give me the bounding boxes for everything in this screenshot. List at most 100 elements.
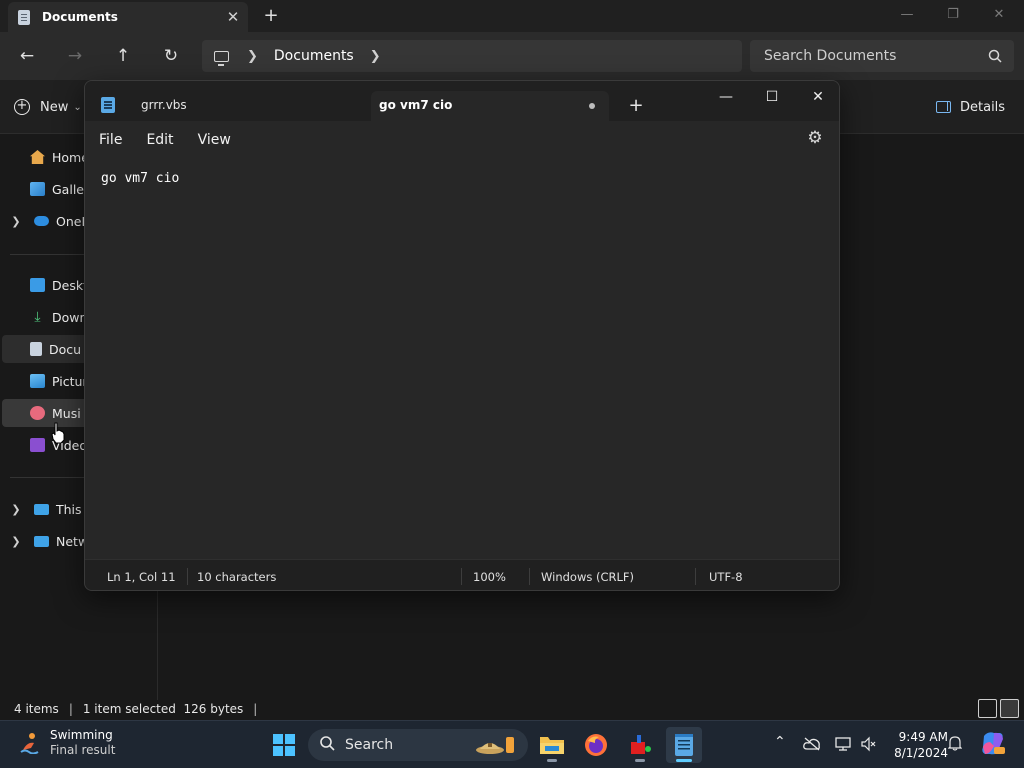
firefox-icon — [585, 734, 607, 756]
videos-icon — [30, 438, 45, 452]
explorer-tab-label: Documents — [42, 10, 118, 24]
search-highlight-icon — [476, 737, 514, 754]
zoom-level[interactable]: 100% — [473, 570, 506, 584]
status-divider: | — [253, 702, 258, 716]
hand-cursor-icon — [51, 422, 65, 444]
text-editor[interactable]: go vm7 cio — [85, 157, 839, 559]
details-view-icon[interactable] — [978, 699, 997, 718]
encoding[interactable]: UTF-8 — [709, 570, 743, 584]
notepad-window: grrr.vbs go vm7 cio + — ☐ ✕ File Edit Vi… — [84, 80, 840, 591]
sidebar-item-label: Deskt — [52, 277, 88, 293]
swimmer-icon — [20, 732, 40, 755]
forward-arrow-icon[interactable]: → — [61, 42, 89, 70]
document-icon — [30, 342, 42, 356]
minimize-button[interactable]: — — [703, 83, 749, 113]
widget-subtitle: Final result — [50, 743, 116, 757]
document-icon — [18, 9, 30, 25]
item-count: 4 items — [14, 702, 59, 716]
clock[interactable]: 9:49 AM 8/1/2024 — [888, 729, 948, 761]
line-ending[interactable]: Windows (CRLF) — [541, 570, 634, 584]
unsaved-dot-icon[interactable] — [589, 103, 595, 109]
notepad-icon — [101, 97, 115, 113]
taskbar-file-explorer[interactable] — [534, 727, 570, 763]
start-button[interactable] — [266, 727, 302, 763]
explorer-status-bar: 4 items | 1 item selected 126 bytes | — [0, 698, 1024, 720]
this-pc-icon — [214, 50, 229, 66]
taskbar-app-red[interactable] — [622, 727, 658, 763]
taskbar-notepad[interactable] — [666, 727, 702, 763]
new-label: New — [40, 99, 69, 115]
sidebar-item-label: Musi — [52, 405, 81, 421]
search-label: Search — [345, 737, 394, 753]
sidebar-item-label: Down — [52, 309, 88, 325]
menu-file[interactable]: File — [99, 132, 122, 148]
menu-edit[interactable]: Edit — [146, 132, 173, 148]
new-tab-button[interactable]: + — [625, 95, 647, 117]
status-divider — [187, 568, 188, 585]
notepad-icon — [675, 734, 693, 756]
minimize-button[interactable]: — — [884, 0, 930, 30]
explorer-tab-documents[interactable]: Documents ✕ — [8, 2, 248, 32]
running-indicator — [547, 759, 557, 762]
maximize-button[interactable]: ☐ — [749, 83, 795, 113]
running-indicator — [635, 759, 645, 762]
this-pc-icon — [34, 503, 49, 515]
show-hidden-icons-chevron-up-icon[interactable]: ⌃ — [774, 734, 786, 750]
tab-active-document[interactable]: go vm7 cio — [371, 91, 609, 123]
details-button[interactable]: Details — [936, 94, 1005, 120]
close-button[interactable]: ✕ — [976, 0, 1022, 30]
notepad-menubar: File Edit View — [85, 123, 839, 157]
onedrive-cloud-icon — [34, 216, 49, 226]
breadcrumb[interactable]: Documents — [274, 48, 354, 64]
windows-logo-icon — [273, 734, 295, 756]
tab-close-icon[interactable]: ✕ — [218, 8, 248, 26]
details-label: Details — [960, 99, 1006, 115]
new-button[interactable]: + New ⌄ — [14, 94, 82, 120]
address-input[interactable]: ❯ Documents ❯ — [202, 40, 742, 72]
search-input[interactable]: Search Documents — [750, 40, 1014, 72]
chevron-right-icon[interactable]: ❯ — [2, 535, 30, 548]
running-indicator — [676, 759, 692, 762]
taskbar-search[interactable]: Search — [308, 729, 528, 761]
back-arrow-icon[interactable]: ← — [13, 42, 41, 70]
close-button[interactable]: ✕ — [795, 83, 839, 113]
notepad-titlebar: grrr.vbs go vm7 cio + — ☐ ✕ — [85, 81, 839, 123]
home-icon — [30, 150, 45, 164]
new-tab-button[interactable]: + — [258, 4, 284, 28]
settings-gear-icon[interactable]: ⚙ — [805, 128, 825, 148]
character-count: 10 characters — [197, 570, 277, 584]
up-arrow-icon[interactable]: ↑ — [109, 42, 137, 70]
network-icon[interactable] — [835, 736, 851, 752]
network-icon — [34, 535, 49, 547]
clock-date: 8/1/2024 — [894, 746, 948, 760]
status-divider — [529, 568, 530, 585]
copilot-icon[interactable] — [980, 730, 1006, 756]
chevron-down-icon: ⌄ — [73, 101, 82, 113]
search-icon — [320, 735, 335, 755]
volume-muted-icon[interactable] — [860, 736, 876, 752]
chevron-right-icon[interactable]: ❯ — [2, 215, 30, 228]
search-placeholder: Search Documents — [764, 48, 897, 64]
selection-info: 1 item selected 126 bytes — [82, 702, 244, 716]
taskbar: Swimming Final result Search ⌃ 9:49 AM 8… — [0, 720, 1024, 768]
menu-view[interactable]: View — [198, 132, 231, 148]
chevron-right-icon[interactable]: ❯ — [2, 503, 30, 516]
chevron-right-icon[interactable]: ❯ — [370, 49, 381, 64]
large-icons-view-icon[interactable] — [1000, 699, 1019, 718]
weather-widget[interactable]: Swimming Final result — [20, 728, 115, 758]
status-divider — [461, 568, 462, 585]
refresh-icon[interactable]: ↻ — [157, 42, 185, 70]
download-arrow-icon: ⤓ — [34, 309, 41, 325]
taskbar-firefox[interactable] — [578, 727, 614, 763]
restore-button[interactable]: ❐ — [930, 0, 976, 30]
notification-bell-icon[interactable] — [948, 736, 962, 751]
cloud-offline-icon[interactable] — [803, 737, 821, 751]
chevron-right-icon[interactable]: ❯ — [247, 49, 258, 64]
clock-time: 9:49 AM — [898, 730, 948, 744]
cursor-position: Ln 1, Col 11 — [107, 570, 176, 584]
search-icon — [988, 49, 1002, 63]
explorer-titlebar: Documents ✕ + — ❐ ✕ — [0, 0, 1024, 32]
tab-grrr-vbs[interactable]: grrr.vbs — [141, 93, 187, 117]
widget-title: Swimming — [50, 728, 113, 742]
music-icon — [30, 406, 45, 420]
